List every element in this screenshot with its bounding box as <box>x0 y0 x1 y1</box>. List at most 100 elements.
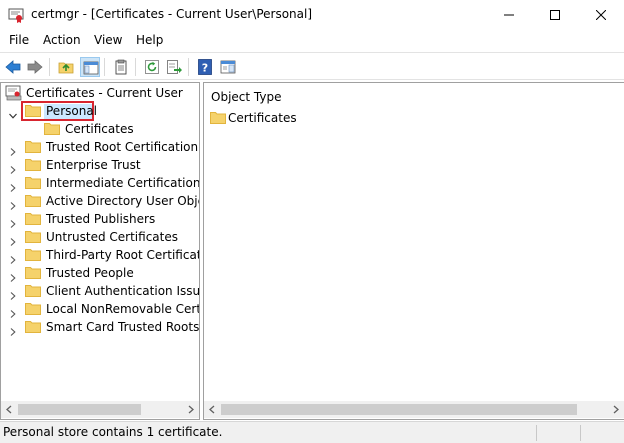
maximize-icon <box>550 10 560 20</box>
tree-item-label: Trusted Publishers <box>46 212 156 226</box>
status-bar: Personal store contains 1 certificate. <box>0 421 624 443</box>
tree-item-label: Trusted Root Certification Au <box>46 140 199 154</box>
folder-icon <box>25 140 41 153</box>
folder-icon <box>210 111 226 124</box>
show-hide-tree-icon <box>83 61 99 75</box>
console-tree-pane[interactable]: Certificates - Current User Personal Cer… <box>0 82 200 420</box>
status-divider <box>580 425 581 441</box>
chevron-down-icon[interactable] <box>9 107 17 119</box>
toolbar-separator <box>188 58 189 76</box>
certificate-store-icon <box>5 85 23 101</box>
scroll-left-arrow-icon[interactable] <box>204 401 221 418</box>
tree-item-label: Untrusted Certificates <box>46 230 178 244</box>
show-action-pane-icon <box>220 60 236 74</box>
menu-file[interactable]: File <box>9 33 29 47</box>
close-icon <box>596 10 606 20</box>
folder-icon <box>25 176 41 189</box>
tree-item[interactable]: Third-Party Root Certification <box>1 246 199 264</box>
tree-item[interactable]: Intermediate Certification Au <box>1 174 199 192</box>
tree-item[interactable]: Local NonRemovable Certific <box>1 300 199 318</box>
toolbar-separator <box>135 58 136 76</box>
chevron-right-icon[interactable] <box>9 197 17 210</box>
export-list-button[interactable] <box>164 57 184 77</box>
chevron-right-icon[interactable] <box>9 179 17 192</box>
folder-icon <box>25 284 41 297</box>
tree-item-label: Intermediate Certification Au <box>46 176 200 190</box>
folder-icon <box>25 266 41 279</box>
help-button[interactable]: ? <box>195 57 215 77</box>
scrollbar-thumb[interactable] <box>18 404 141 415</box>
status-text: Personal store contains 1 certificate. <box>3 425 223 439</box>
refresh-button[interactable] <box>142 57 162 77</box>
folder-icon <box>25 158 41 171</box>
tree-item[interactable]: Untrusted Certificates <box>1 228 199 246</box>
tree-item[interactable]: Trusted Root Certification Au <box>1 138 199 156</box>
tree-item[interactable]: Client Authentication Issuers <box>1 282 199 300</box>
title-bar: certmgr - [Certificates - Current User\P… <box>0 0 624 30</box>
tree-item[interactable]: Trusted Publishers <box>1 210 199 228</box>
chevron-right-icon[interactable] <box>9 161 17 174</box>
tree-item[interactable]: Trusted People <box>1 264 199 282</box>
details-horizontal-scrollbar[interactable] <box>204 401 624 418</box>
chevron-right-icon[interactable] <box>9 323 17 336</box>
scroll-left-arrow-icon[interactable] <box>1 401 18 418</box>
tree-item-personal[interactable]: Personal <box>1 102 199 120</box>
show-hide-action-pane-button[interactable] <box>218 57 238 77</box>
properties-button[interactable] <box>111 57 131 77</box>
tree-root-label: Certificates - Current User <box>26 86 183 100</box>
tree-root[interactable]: Certificates - Current User <box>1 84 199 102</box>
list-item-label: Certificates <box>228 111 297 125</box>
chevron-right-icon[interactable] <box>9 305 17 318</box>
tree-item-label: Local NonRemovable Certific <box>46 302 200 316</box>
folder-icon <box>25 302 41 315</box>
menu-bar: File Action View Help <box>0 30 624 51</box>
chevron-right-icon[interactable] <box>9 287 17 300</box>
folder-icon <box>25 230 41 243</box>
refresh-icon <box>145 60 159 74</box>
minimize-icon <box>504 14 514 16</box>
back-button[interactable] <box>3 57 23 77</box>
folder-icon <box>25 104 41 117</box>
toolbar: ? <box>0 52 624 80</box>
chevron-right-icon[interactable] <box>9 233 17 246</box>
tree-item-label: Active Directory User Object <box>46 194 200 208</box>
details-pane[interactable]: Object Type Certificates <box>203 82 624 420</box>
up-one-level-button[interactable] <box>56 57 76 77</box>
tree-item[interactable]: Active Directory User Object <box>1 192 199 210</box>
chevron-right-icon[interactable] <box>9 215 17 228</box>
forward-button[interactable] <box>25 57 45 77</box>
chevron-right-icon[interactable] <box>9 143 17 156</box>
tree-item-label: Personal <box>46 104 98 118</box>
tree-item[interactable]: Smart Card Trusted Roots <box>1 318 199 336</box>
chevron-right-icon[interactable] <box>9 269 17 282</box>
scroll-right-arrow-icon[interactable] <box>182 401 199 418</box>
close-button[interactable] <box>578 0 624 30</box>
maximize-button[interactable] <box>532 0 578 30</box>
list-item-certificates[interactable]: Certificates <box>210 109 410 127</box>
help-icon: ? <box>198 59 212 75</box>
menu-help[interactable]: Help <box>136 33 163 47</box>
scroll-right-arrow-icon[interactable] <box>607 401 624 418</box>
menu-action[interactable]: Action <box>43 33 81 47</box>
chevron-right-icon[interactable] <box>9 251 17 264</box>
tree-item-label: Third-Party Root Certification <box>46 248 199 262</box>
window-title: certmgr - [Certificates - Current User\P… <box>31 7 313 21</box>
tree-item-label: Certificates <box>65 122 134 136</box>
properties-icon <box>115 59 127 75</box>
menu-view[interactable]: View <box>94 33 122 47</box>
up-folder-icon <box>58 62 74 74</box>
minimize-button[interactable] <box>486 0 532 30</box>
tree-item[interactable]: Enterprise Trust <box>1 156 199 174</box>
tree-item-label: Trusted People <box>46 266 134 280</box>
show-hide-console-tree-button[interactable] <box>80 57 100 77</box>
tree-item-personal-certificates[interactable]: Certificates <box>1 120 199 138</box>
back-arrow-icon <box>5 60 21 74</box>
export-list-icon <box>167 60 182 74</box>
folder-icon <box>25 320 41 333</box>
forward-arrow-icon <box>27 60 43 74</box>
folder-icon <box>25 212 41 225</box>
scrollbar-thumb[interactable] <box>221 404 577 415</box>
status-divider <box>536 425 537 441</box>
certificate-app-icon <box>8 7 24 23</box>
tree-horizontal-scrollbar[interactable] <box>1 401 199 418</box>
